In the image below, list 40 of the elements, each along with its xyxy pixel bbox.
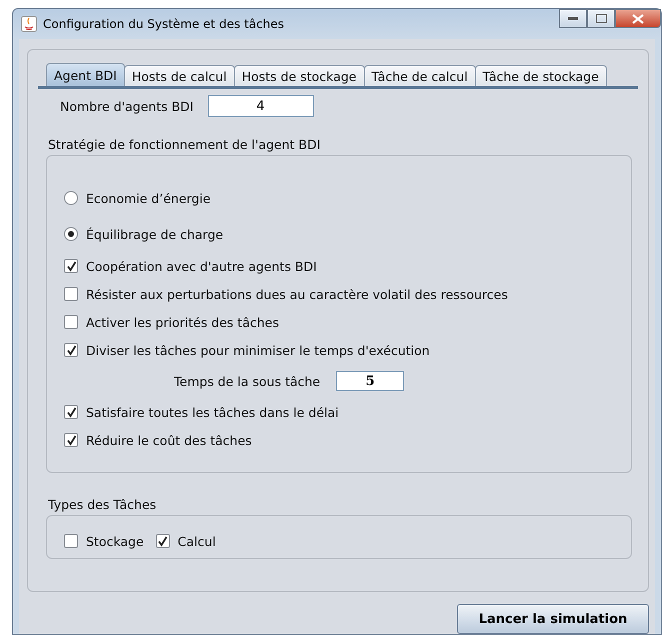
tab[interactable]: Hosts de calcul (124, 65, 235, 86)
checkbox[interactable] (64, 405, 78, 419)
checkbox[interactable] (64, 287, 78, 301)
checkbox[interactable] (64, 343, 78, 357)
input-field[interactable]: 4 (208, 95, 314, 117)
checkbox[interactable] (64, 315, 78, 329)
checkbox[interactable] (64, 433, 78, 447)
maximize-icon (596, 14, 606, 23)
option-label: Réduire le coût des tâches (86, 432, 252, 448)
tab[interactable]: Hosts de stockage (234, 65, 364, 86)
tab[interactable]: Tâche de calcul (364, 65, 476, 86)
option-label: Résister aux perturbations dues au caractère volatil des ressources (86, 286, 508, 302)
simulation-button[interactable]: Lancer la simulation (457, 604, 649, 634)
radio-button[interactable] (64, 191, 78, 205)
minimize-button[interactable] (559, 9, 587, 28)
input-field[interactable]: 5 (336, 371, 404, 391)
option-label: Satisfaire toutes les tâches dans le délai (86, 404, 339, 420)
window-title: Configuration du Système et des tâches (43, 17, 284, 31)
option-label: Calcul (178, 534, 216, 548)
tab[interactable]: Tâche de stockage (474, 65, 607, 86)
group-title: Stratégie de fonctionnement de l'agent BDI (48, 137, 322, 152)
field-label: Nombre d'agents BDI (60, 98, 194, 114)
checkbox[interactable] (64, 259, 78, 273)
checkbox[interactable] (64, 534, 78, 548)
close-icon (632, 14, 644, 24)
checkbox[interactable] (156, 534, 170, 548)
option-label: Diviser les tâches pour minimiser le temps d'exécution (86, 342, 430, 358)
radio-button[interactable] (64, 227, 78, 241)
minimize-icon (568, 16, 578, 20)
option-label: Stockage (86, 534, 144, 548)
tab[interactable]: Agent BDI (46, 63, 125, 86)
option-label: Équilibrage de charge (86, 226, 224, 242)
option-label: Activer les priorités des tâches (86, 314, 279, 330)
group-title: Types des Tâches (48, 497, 158, 512)
maximize-button[interactable] (587, 9, 615, 28)
option-label: Coopération avec d'autre agents BDI (86, 258, 317, 274)
field-label: Temps de la sous tâche (174, 374, 320, 388)
close-button[interactable] (615, 9, 661, 28)
app-icon (21, 16, 37, 32)
option-label: Economie d’énergie (86, 190, 211, 206)
